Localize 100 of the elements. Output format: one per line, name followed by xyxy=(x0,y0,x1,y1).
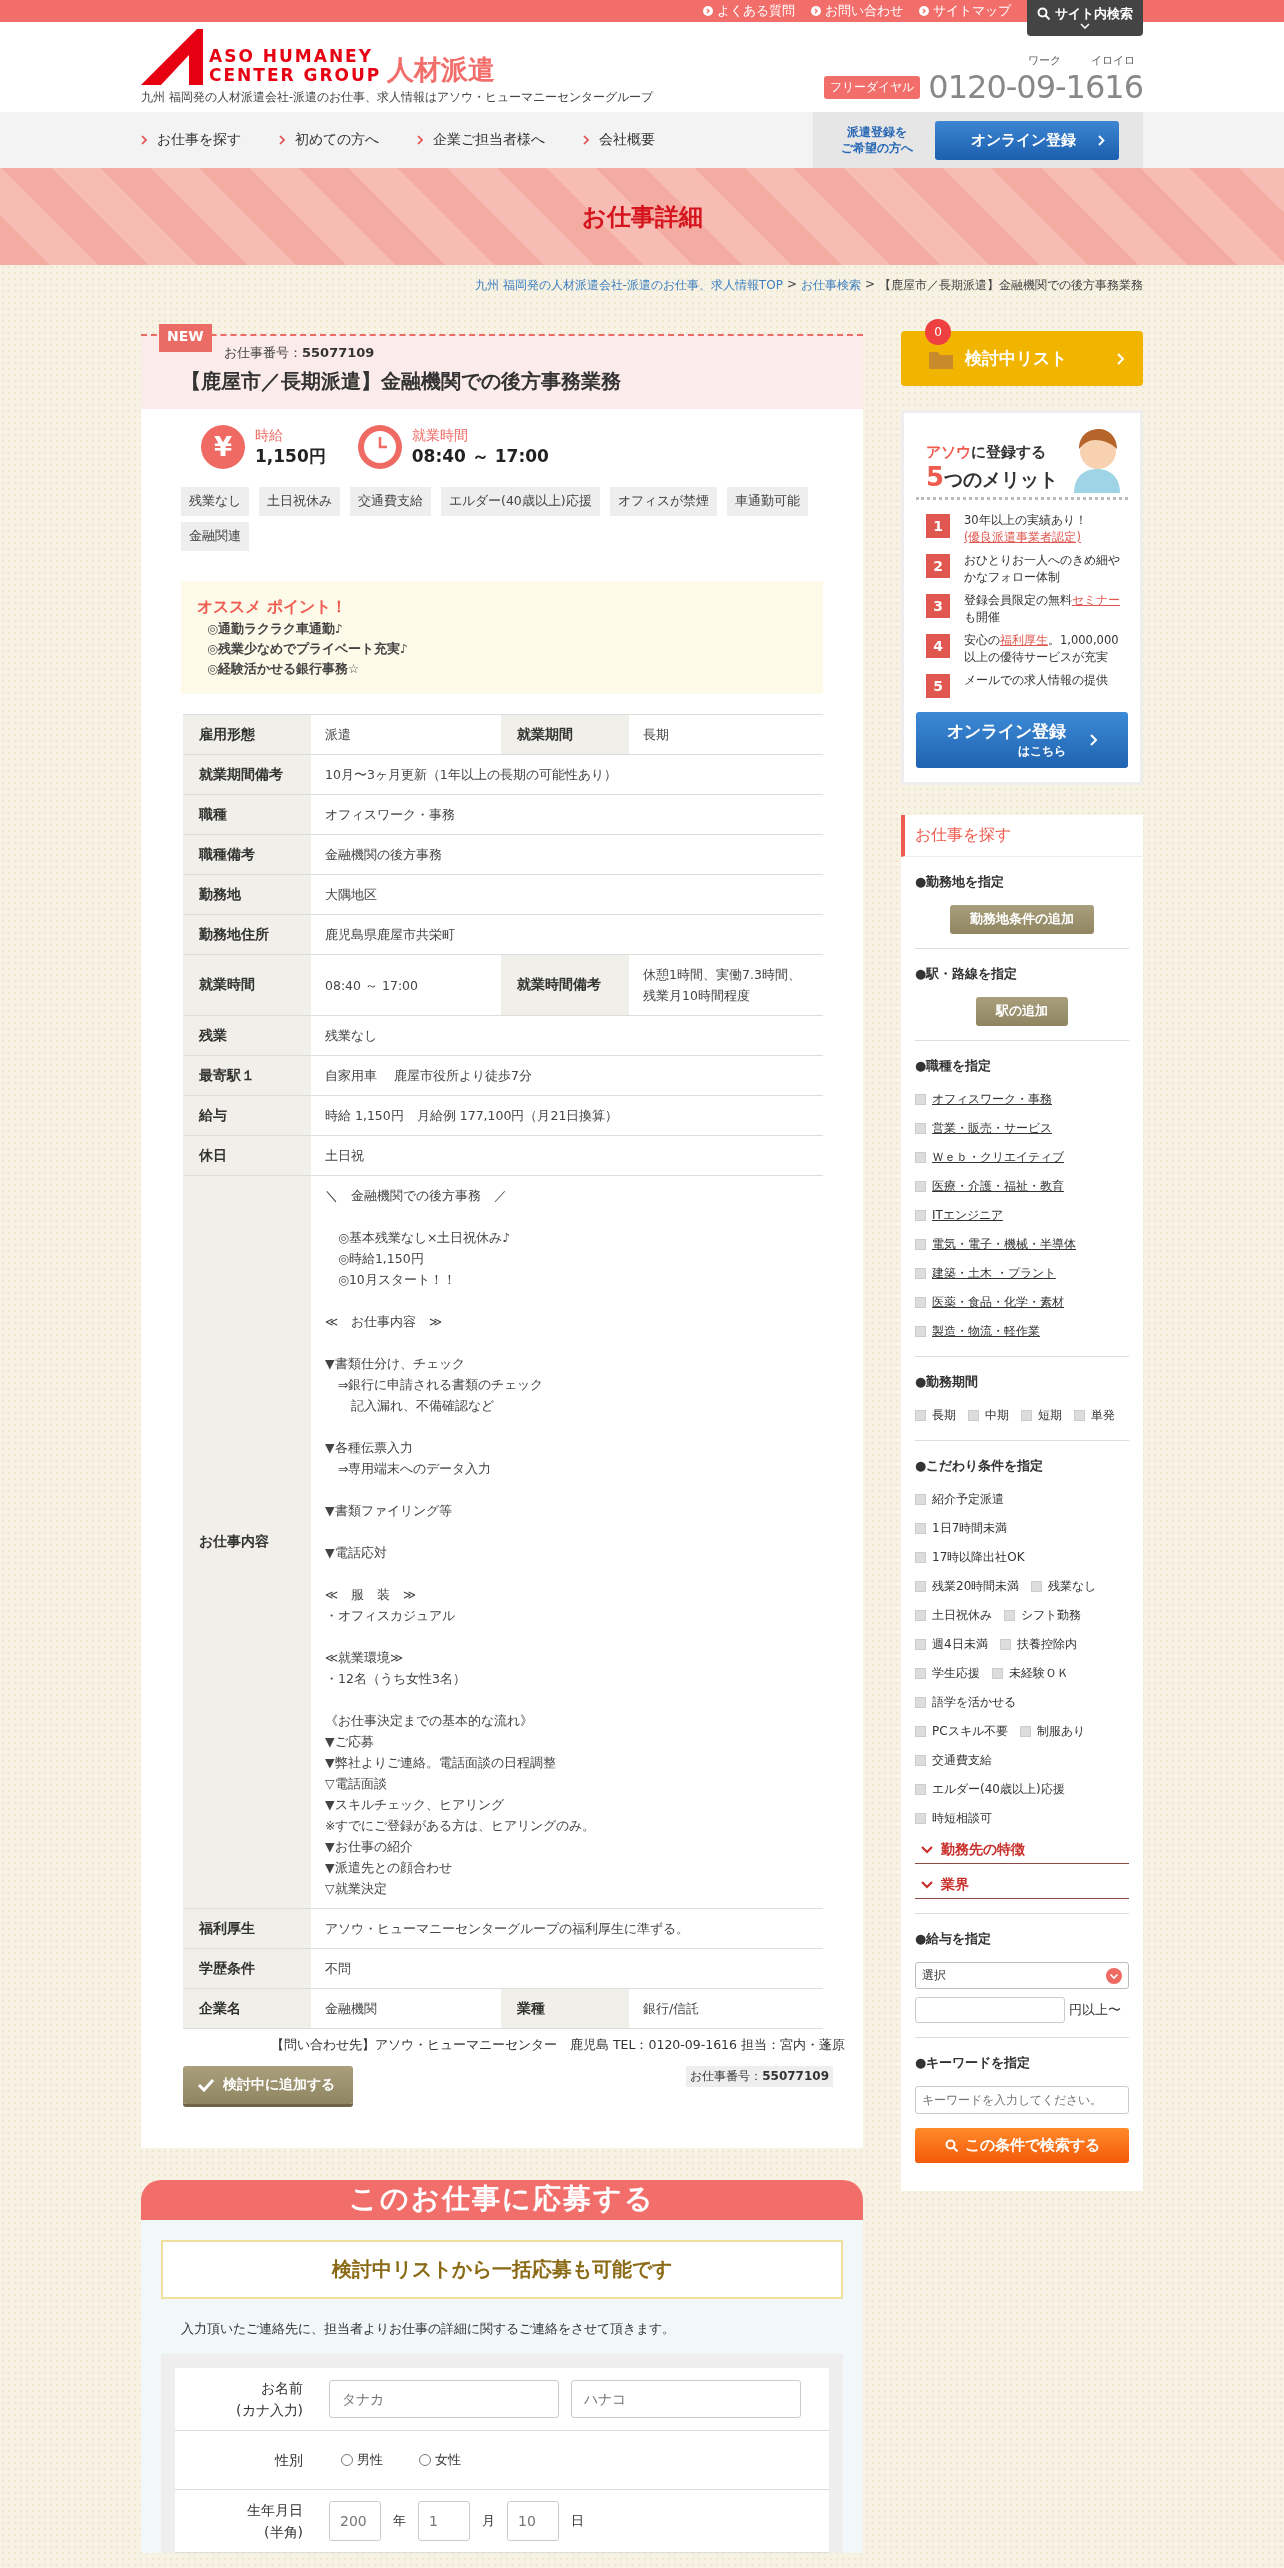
category-link[interactable]: 電気・電子・機械・半導体 xyxy=(915,1234,1129,1255)
checkbox[interactable] xyxy=(999,1639,1011,1650)
checkbox[interactable] xyxy=(915,1410,926,1421)
checkbox[interactable] xyxy=(1021,1410,1032,1421)
logo-text[interactable]: ASO HUMANEY xyxy=(209,47,382,66)
radio-option[interactable]: 女性 xyxy=(419,2451,461,2469)
merit-heading: アソウに登録する 5つのメリット xyxy=(926,443,1059,493)
checkbox[interactable] xyxy=(1031,1581,1043,1592)
checkbox[interactable] xyxy=(915,1239,926,1250)
keyword-field[interactable]: キーワードを入力してください。 xyxy=(915,2086,1129,2114)
checkbox[interactable] xyxy=(1004,1610,1015,1621)
category-link[interactable]: 医薬・食品・化学・素材 xyxy=(915,1292,1129,1313)
condition-option[interactable]: 残業なし xyxy=(1031,1576,1097,1597)
salary-select[interactable]: 選択 xyxy=(915,1962,1129,1989)
name-field[interactable]: ハナコ xyxy=(571,2380,801,2418)
condition-option[interactable]: 語学を活かせる xyxy=(915,1692,1016,1713)
condition-option[interactable]: 1日7時間未満 xyxy=(915,1518,1008,1539)
condition-option[interactable]: 交通費支給 xyxy=(915,1750,992,1771)
salary-field[interactable] xyxy=(915,1997,1065,2023)
checkbox[interactable] xyxy=(915,1094,926,1105)
checkbox[interactable] xyxy=(915,1639,926,1650)
condition-option[interactable]: 紹介予定派遣 xyxy=(915,1489,1004,1510)
table-header-cell: 職種 xyxy=(183,795,311,834)
category-link[interactable]: 営業・販売・サービス xyxy=(915,1118,1129,1139)
checkbox[interactable] xyxy=(1019,1726,1031,1737)
checkbox[interactable] xyxy=(1074,1410,1085,1421)
nav-link[interactable]: 初めての方へ xyxy=(279,131,379,149)
condition-option[interactable]: 中期 xyxy=(968,1405,1009,1426)
checkbox[interactable] xyxy=(915,1181,926,1192)
name-field[interactable]: タナカ xyxy=(329,2380,559,2418)
collapsible-toggle[interactable]: 勤務先の特徴 xyxy=(915,1837,1129,1864)
condition-option[interactable]: 長期 xyxy=(915,1405,956,1426)
checkbox[interactable] xyxy=(915,1784,926,1795)
breadcrumb-link[interactable]: 九州 福岡発の人材派遣会社-派遣のお仕事、求人情報TOP xyxy=(474,277,783,294)
register-note: ご希望の方へ xyxy=(841,140,913,156)
checkbox[interactable] xyxy=(915,1494,926,1505)
merit-link[interactable]: (優良派遣事業者認定) xyxy=(964,530,1081,544)
category-link[interactable]: ITエンジニア xyxy=(915,1205,1129,1226)
checkbox[interactable] xyxy=(915,1552,926,1563)
merit-link[interactable]: セミナー xyxy=(1072,593,1120,607)
chevron-right-icon xyxy=(417,135,423,145)
section-heading: ●こだわり条件を指定 xyxy=(915,1457,1045,1475)
checkbox[interactable] xyxy=(915,1813,926,1824)
radio-option[interactable]: 男性 xyxy=(341,2451,383,2469)
phone-number[interactable]: 0120-09-1616 xyxy=(928,68,1143,106)
condition-option[interactable]: PCスキル不要 xyxy=(915,1721,1008,1742)
condition-option[interactable]: 短期 xyxy=(1021,1405,1062,1426)
checkbox[interactable] xyxy=(915,1326,926,1337)
condition-option[interactable]: 時短相談可 xyxy=(915,1808,992,1829)
checkbox[interactable] xyxy=(968,1410,979,1421)
category-link[interactable]: オフィスワーク・事務 xyxy=(915,1089,1129,1110)
arrow-circle-icon xyxy=(811,6,821,16)
condition-option[interactable]: 学生応援 xyxy=(915,1663,980,1684)
nav-link[interactable]: お仕事を探す xyxy=(141,131,241,149)
logo-text[interactable]: CENTER GROUP xyxy=(209,66,382,85)
section-heading: ●キーワードを指定 xyxy=(915,2054,1032,2072)
checkbox[interactable] xyxy=(915,1755,926,1766)
checkbox[interactable] xyxy=(915,1668,926,1679)
condition-option[interactable]: 週4日未満 xyxy=(915,1634,988,1655)
checkbox[interactable] xyxy=(915,1268,926,1279)
date-field[interactable]: 1 xyxy=(418,2501,470,2541)
site-search-button[interactable]: サイト内検索 xyxy=(1027,0,1143,36)
checkbox[interactable] xyxy=(915,1581,926,1592)
condition-option[interactable]: シフト勤務 xyxy=(1004,1605,1081,1626)
tag: 土日祝休み xyxy=(259,487,340,516)
checkbox[interactable] xyxy=(992,1668,1003,1679)
cell-text-line: ▽電話面談 xyxy=(325,1775,388,1793)
condition-option[interactable]: エルダー(40歳以上)応援 xyxy=(915,1779,1065,1800)
category-link[interactable]: 医療・介護・福祉・教育 xyxy=(915,1176,1129,1197)
online-register-button[interactable]: オンライン登録 xyxy=(935,120,1119,160)
checkbox[interactable] xyxy=(915,1523,926,1534)
date-field[interactable]: 10 xyxy=(507,2501,559,2541)
checkbox[interactable] xyxy=(915,1123,926,1134)
search-title: お仕事を探す xyxy=(901,815,1143,857)
condition-option[interactable]: 扶養控除内 xyxy=(999,1634,1077,1655)
checkbox[interactable] xyxy=(915,1210,926,1221)
checkbox[interactable] xyxy=(915,1726,926,1737)
date-field[interactable]: 200 xyxy=(329,2501,381,2541)
condition-option[interactable]: 未経験ＯＫ xyxy=(992,1663,1069,1684)
condition-option[interactable]: 単発 xyxy=(1074,1405,1115,1426)
logo-mark-icon[interactable] xyxy=(141,29,203,85)
table-header-cell: 最寄駅１ xyxy=(183,1056,311,1095)
checkbox[interactable] xyxy=(915,1697,926,1708)
category-link[interactable]: 製造・物流・軽作業 xyxy=(915,1321,1129,1342)
condition-option[interactable]: 土日祝休み xyxy=(915,1605,992,1626)
online-register-button[interactable]: オンライン登録 はこちら xyxy=(916,712,1128,768)
nav-link[interactable]: 会社概要 xyxy=(583,131,655,149)
condition-option[interactable]: 残業20時間未満 xyxy=(915,1576,1020,1597)
category-link[interactable]: 建築・土木 ・プラント xyxy=(915,1263,1129,1284)
collapsible-toggle[interactable]: 業界 xyxy=(915,1872,1129,1899)
breadcrumb-link[interactable]: お仕事検索 xyxy=(800,277,861,294)
nav-link[interactable]: 企業ご担当者様へ xyxy=(417,131,545,149)
table-cell-text: オフィスワーク・事務 xyxy=(324,806,456,824)
merit-link[interactable]: 福利厚生 xyxy=(1000,633,1048,647)
checkbox[interactable] xyxy=(915,1610,926,1621)
checkbox[interactable] xyxy=(915,1297,926,1308)
category-link[interactable]: Ｗｅｂ・クリエイティブ xyxy=(915,1147,1129,1168)
checkbox[interactable] xyxy=(915,1152,926,1163)
condition-option[interactable]: 17時以降出社OK xyxy=(915,1547,1025,1568)
condition-option[interactable]: 制服あり xyxy=(1019,1721,1085,1742)
